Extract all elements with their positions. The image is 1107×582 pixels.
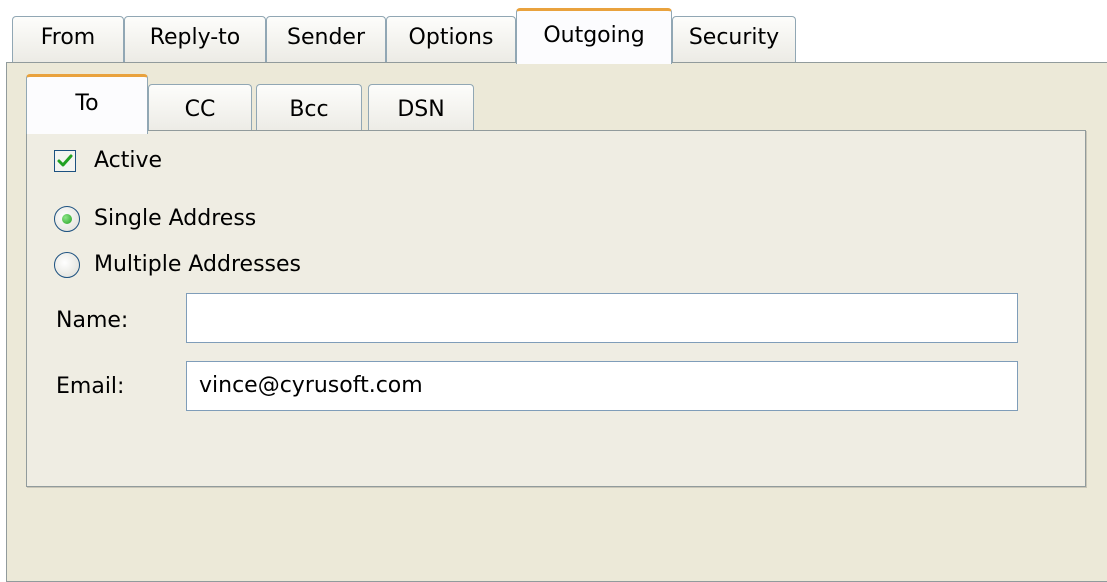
- tab-outgoing[interactable]: Outgoing: [516, 8, 672, 64]
- tab-security-label: Security: [688, 25, 780, 50]
- radio-selected-dot: [62, 214, 72, 224]
- tab-from-label: From: [40, 25, 96, 50]
- tab-to-label: To: [75, 91, 99, 116]
- single-address-label: Single Address: [94, 206, 257, 231]
- tab-reply-to[interactable]: Reply-to: [124, 16, 266, 62]
- tab-sender[interactable]: Sender: [266, 16, 386, 62]
- email-input[interactable]: vince@cyrusoft.com: [186, 361, 1018, 411]
- name-input[interactable]: [186, 293, 1018, 343]
- active-checkbox-label: Active: [94, 148, 163, 173]
- tab-cc[interactable]: CC: [148, 84, 252, 132]
- tab-dsn-label: DSN: [397, 97, 445, 122]
- tab-dsn[interactable]: DSN: [368, 84, 474, 132]
- tab-sender-label: Sender: [287, 25, 365, 50]
- tab-from[interactable]: From: [12, 16, 124, 62]
- single-address-radio[interactable]: [54, 206, 80, 232]
- tab-outgoing-label: Outgoing: [543, 23, 645, 48]
- checkmark-icon: [57, 154, 73, 167]
- tab-bcc[interactable]: Bcc: [256, 84, 362, 132]
- window-left-edge: [0, 62, 6, 550]
- tab-reply-to-label: Reply-to: [149, 25, 241, 50]
- tab-to[interactable]: To: [26, 74, 148, 134]
- active-checkbox[interactable]: [54, 150, 76, 172]
- tab-security[interactable]: Security: [672, 16, 796, 62]
- tab-bcc-label: Bcc: [289, 97, 329, 122]
- multiple-addresses-label: Multiple Addresses: [94, 252, 301, 277]
- tab-options-label: Options: [408, 25, 494, 50]
- tab-options[interactable]: Options: [386, 16, 516, 62]
- email-field-label: Email:: [56, 374, 125, 399]
- multiple-addresses-radio[interactable]: [54, 252, 80, 278]
- tab-cc-label: CC: [184, 97, 216, 122]
- name-field-label: Name:: [56, 308, 129, 333]
